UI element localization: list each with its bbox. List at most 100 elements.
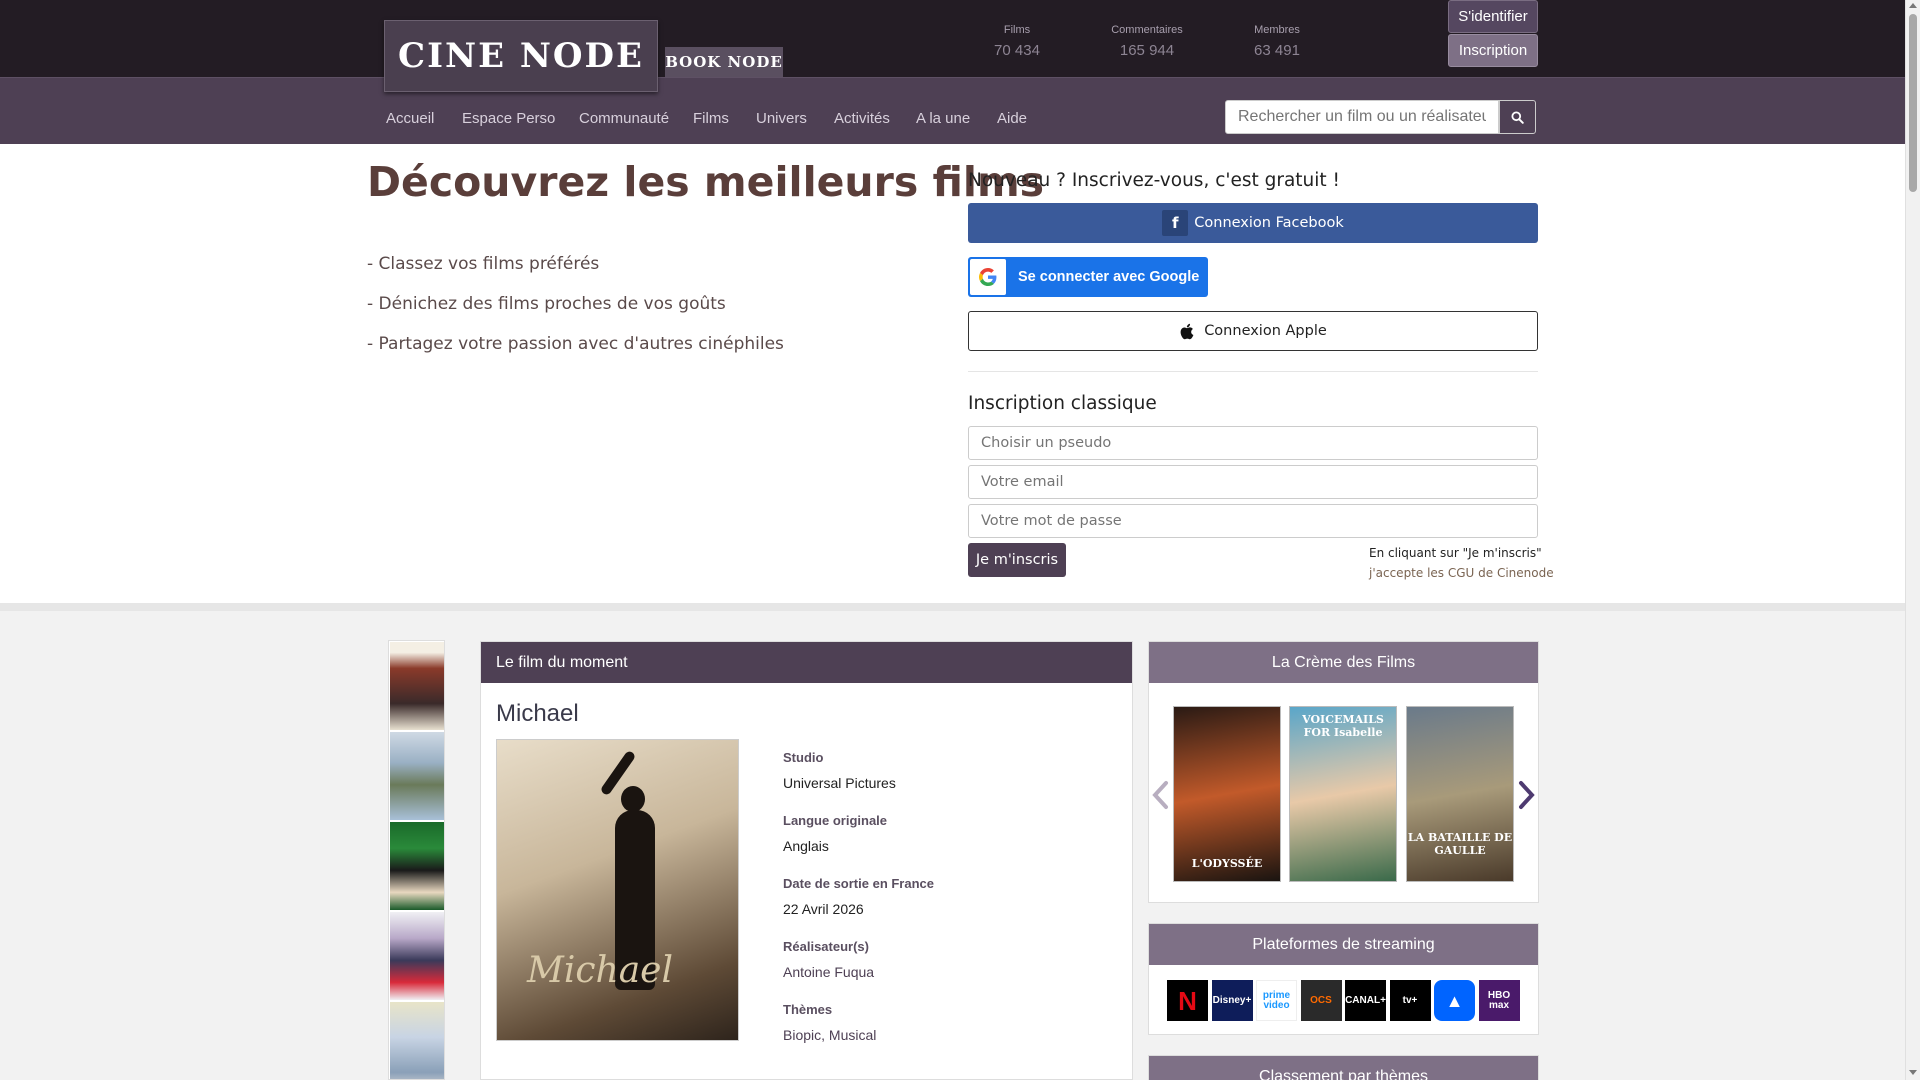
password-field[interactable]: [968, 504, 1538, 538]
themes-ranking-panel: Classement par thèmes: [1148, 1055, 1539, 1080]
strip-poster[interactable]: [390, 912, 444, 1000]
stat-comments-value: 165 944: [1119, 42, 1175, 59]
strip-poster[interactable]: [390, 1002, 444, 1079]
apple-login-button[interactable]: Connexion Apple: [968, 311, 1538, 351]
film-du-moment-panel: Le film du moment Michael Michael Studio…: [480, 641, 1133, 1080]
date-value: 22 Avril 2026: [783, 901, 864, 917]
stat-comments[interactable]: Commentaires 165 944: [1087, 24, 1207, 59]
studio-value: Universal Pictures: [783, 775, 896, 791]
cgu-notice: En cliquant sur "Je m'inscris": [1369, 546, 1542, 560]
classic-signup-title: Inscription classique: [968, 393, 1157, 414]
pseudo-field[interactable]: [968, 426, 1538, 460]
creme-poster-title: VOICEMAILS FOR Isabelle: [1302, 713, 1384, 739]
creme-poster[interactable]: VOICEMAILS FOR Isabelle: [1289, 706, 1397, 882]
ocs-logo[interactable]: OCS: [1300, 980, 1342, 1021]
chevron-left-icon[interactable]: [1151, 780, 1169, 810]
realisateur-link[interactable]: Antoine Fuqua: [783, 964, 874, 980]
nav-item-espace-perso[interactable]: Espace Perso: [462, 110, 555, 127]
nav-item-aide[interactable]: Aide: [997, 110, 1027, 127]
creme-poster[interactable]: L'ODYSSÉE: [1173, 706, 1281, 882]
langue-label: Langue originale: [783, 813, 888, 828]
stat-films[interactable]: Films 70 434: [957, 24, 1077, 59]
creme-poster[interactable]: LA BATAILLE DE GAULLE: [1406, 706, 1514, 882]
creme-header: La Crème des Films: [1149, 642, 1538, 683]
hero-point-1: - Classez vos films préférés: [367, 254, 600, 274]
studio-label: Studio: [783, 750, 824, 765]
theme-link[interactable]: Musical: [829, 1027, 876, 1043]
themes-ranking-header[interactable]: Classement par thèmes: [1149, 1056, 1538, 1080]
nav-item-a-la-une[interactable]: A la une: [916, 110, 970, 127]
email-field[interactable]: [968, 465, 1538, 499]
stat-members-value: 63 491: [1254, 42, 1300, 59]
cgu-link[interactable]: j'accepte les CGU de Cinenode: [1369, 566, 1554, 580]
signup-title: Nouveau ? Inscrivez-vous, c'est gratuit …: [968, 170, 1340, 191]
apple-login-label: Connexion Apple: [1204, 323, 1327, 339]
strip-poster[interactable]: [390, 642, 444, 730]
cinenode-logo[interactable]: CINE NODE: [384, 20, 658, 92]
creme-poster-title: L'ODYSSÉE: [1191, 857, 1263, 870]
theme-link[interactable]: Biopic: [783, 1027, 821, 1043]
disney-plus-logo[interactable]: Disney+: [1211, 980, 1253, 1021]
prime-video-logo[interactable]: prime video: [1256, 980, 1297, 1021]
streaming-header: Plateformes de streaming: [1149, 924, 1538, 965]
search-input[interactable]: [1225, 100, 1499, 134]
paramount-plus-logo[interactable]: ▲: [1434, 980, 1475, 1021]
login-button[interactable]: S'identifier: [1448, 0, 1538, 33]
main-nav: Accueil Espace Perso Communauté Films Un…: [0, 77, 1905, 144]
film-title[interactable]: Michael: [496, 700, 579, 728]
date-label: Date de sortie en France: [783, 876, 934, 891]
google-login-button[interactable]: Se connecter avec Google: [968, 257, 1208, 297]
stat-films-label: Films: [1003, 24, 1031, 36]
booknode-logo[interactable]: BOOK NODE: [665, 47, 783, 77]
apple-icon: [1180, 323, 1194, 339]
chevron-right-icon[interactable]: [1518, 780, 1536, 810]
page-scrollbar[interactable]: [1905, 0, 1920, 1080]
stat-members-label: Membres: [1254, 24, 1300, 36]
netflix-logo[interactable]: N: [1167, 980, 1208, 1021]
poster-figure: [621, 786, 645, 812]
search-icon: [1511, 110, 1524, 124]
hero-title: Découvrez les meilleurs films: [367, 158, 1045, 206]
google-login-label: Se connecter avec Google: [1018, 269, 1200, 285]
theme-separator: ,: [821, 1027, 829, 1043]
strip-poster[interactable]: [390, 822, 444, 910]
section-separator: [0, 603, 1905, 611]
film-poster[interactable]: Michael: [496, 739, 739, 1041]
facebook-icon: f: [1162, 210, 1189, 236]
stat-comments-label: Commentaires: [1111, 24, 1183, 36]
nav-item-communaute[interactable]: Communauté: [579, 110, 669, 127]
nav-item-accueil[interactable]: Accueil: [386, 110, 434, 127]
scroll-thumb[interactable]: [1909, 14, 1917, 192]
creme-panel: La Crème des Films L'ODYSSÉE VOICEMAILS …: [1148, 641, 1539, 903]
nav-item-films[interactable]: Films: [693, 110, 729, 127]
scroll-down-arrow[interactable]: [1909, 1070, 1917, 1075]
nav-item-activites[interactable]: Activités: [834, 110, 890, 127]
creme-poster-title: LA BATAILLE DE GAULLE: [1407, 831, 1513, 857]
signup-button[interactable]: Inscription: [1448, 34, 1538, 67]
search-button[interactable]: [1499, 100, 1536, 134]
signup-divider: [968, 371, 1538, 372]
facebook-login-button[interactable]: f Connexion Facebook: [968, 203, 1538, 243]
themes-label: Thèmes: [783, 1002, 833, 1017]
langue-value: Anglais: [783, 838, 829, 854]
stat-members[interactable]: Membres 63 491: [1217, 24, 1337, 59]
hbo-max-logo[interactable]: HBO max: [1478, 980, 1520, 1021]
facebook-login-label: Connexion Facebook: [1194, 215, 1344, 231]
film-du-moment-header: Le film du moment: [481, 642, 1132, 683]
themes-list: Biopic, Musical: [783, 1027, 876, 1043]
top-bar: Films 70 434 Commentaires 165 944 Membre…: [0, 0, 1905, 77]
streaming-panel: Plateformes de streaming N Disney+ prime v…: [1148, 923, 1539, 1035]
submit-signup-button[interactable]: Je m'inscris: [968, 543, 1066, 577]
poster-strip[interactable]: [388, 640, 445, 1080]
realisateur-label: Réalisateur(s): [783, 939, 869, 954]
hero-point-2: - Dénichez des films proches de vos goût…: [367, 294, 726, 314]
nav-item-univers[interactable]: Univers: [756, 110, 807, 127]
google-icon: [970, 259, 1006, 295]
scroll-up-arrow[interactable]: [1909, 3, 1917, 8]
strip-poster[interactable]: [390, 732, 444, 820]
poster-signature: Michael: [527, 950, 674, 991]
apple-tv-logo[interactable]: tv+: [1389, 980, 1431, 1021]
canal-plus-logo[interactable]: CANAL+: [1345, 980, 1386, 1021]
hero-point-3: - Partagez votre passion avec d'autres c…: [367, 334, 784, 354]
stat-films-value: 70 434: [994, 42, 1040, 59]
